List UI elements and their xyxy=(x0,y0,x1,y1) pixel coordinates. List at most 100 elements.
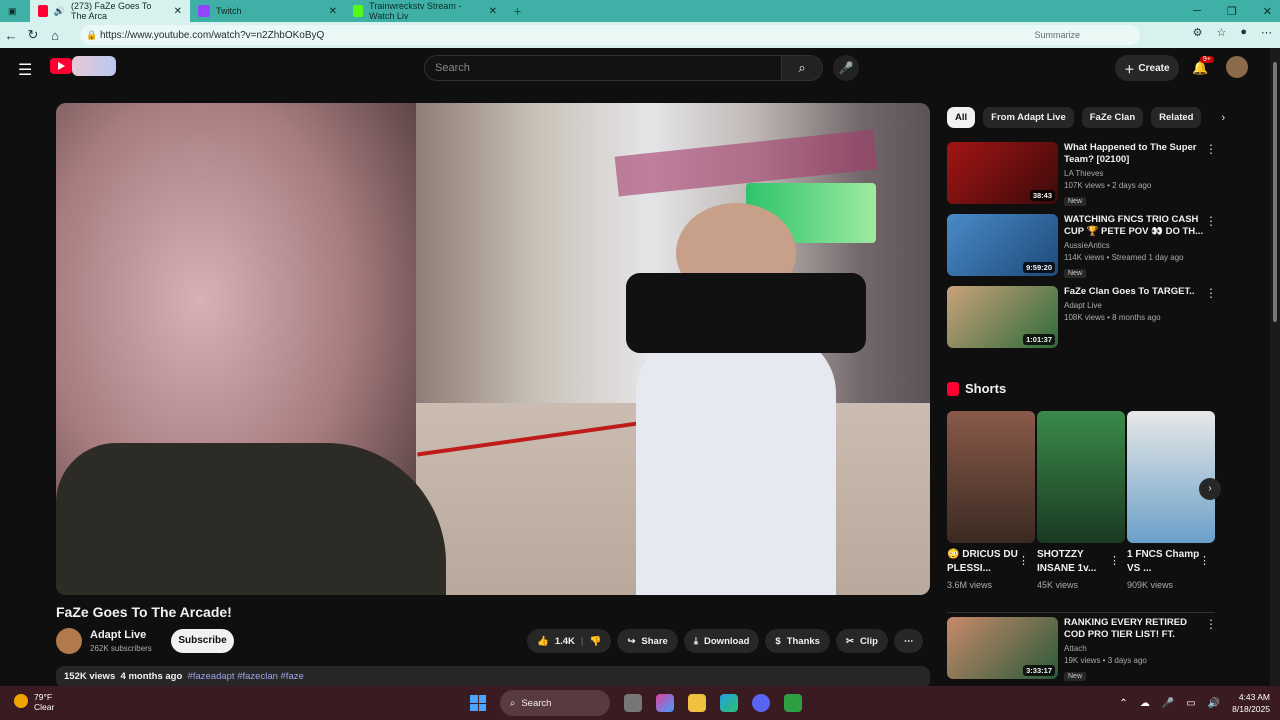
duration-badge: 38:43 xyxy=(1029,190,1055,201)
extensions-icon[interactable]: ⚙ xyxy=(1193,26,1203,39)
favorites-icon[interactable]: ☆ xyxy=(1216,26,1226,39)
recommended-video[interactable]: 9:59:20 WATCHING FNCS TRIO CASH CUP 🏆 PE… xyxy=(947,214,1217,278)
summarize-button[interactable]: Summarize xyxy=(1034,30,1080,40)
scrollbar-thumb[interactable] xyxy=(1273,62,1277,322)
more-actions-button[interactable]: ⋯ xyxy=(893,629,924,653)
new-tab-button[interactable]: ＋ xyxy=(505,0,530,22)
chevron-up-icon[interactable]: ⌃ xyxy=(1119,698,1127,709)
url-field[interactable]: 🔒 https://www.youtube.com/watch?v=n2ZhbO… xyxy=(80,25,1140,45)
clip-label: Clip xyxy=(859,635,878,647)
video-title[interactable]: What Happened to The Super Team? [02100] xyxy=(1064,142,1204,166)
hashtags[interactable]: #fazeadapt #fazeclan #faze xyxy=(188,671,304,682)
video-meta: 19K views • 3 days ago xyxy=(1064,656,1147,665)
channel-name[interactable]: Adapt Live xyxy=(90,629,146,641)
close-window-icon[interactable]: ✕ xyxy=(1263,5,1272,18)
microphone-icon[interactable]: 🎤 xyxy=(1162,698,1174,709)
short-title[interactable]: 1 FNCS Champ VS ... xyxy=(1127,548,1205,576)
microphone-icon: 🎤 xyxy=(838,61,854,75)
short-thumbnail[interactable] xyxy=(1037,411,1125,543)
weather-icon xyxy=(14,694,28,708)
volume-icon[interactable]: 🔊 xyxy=(1208,698,1220,709)
youtube-doodle[interactable] xyxy=(72,56,116,76)
create-button[interactable]: ＋ Create xyxy=(1115,55,1179,81)
thumbs-up-icon: 👍 xyxy=(537,635,549,647)
download-button[interactable]: ⤓ Download xyxy=(683,629,760,653)
back-icon[interactable]: ← xyxy=(0,28,22,43)
search-input[interactable]: Search xyxy=(424,55,782,81)
short-thumbnail[interactable] xyxy=(1127,411,1215,543)
description-box[interactable]: 152K views 4 months ago #fazeadapt #faze… xyxy=(56,666,930,688)
taskbar-search[interactable]: ⌕ Search xyxy=(500,690,610,716)
channel-name[interactable]: Attach xyxy=(1064,644,1204,653)
channel-avatar[interactable] xyxy=(56,628,82,654)
chevron-right-icon[interactable]: › xyxy=(1221,112,1225,124)
chip-faze-clan[interactable]: FaZe Clan xyxy=(1081,107,1144,128)
channel-name[interactable]: LA Thieves xyxy=(1064,169,1204,178)
copilot-icon[interactable] xyxy=(656,694,674,712)
page-scrollbar[interactable] xyxy=(1270,48,1280,686)
short-title[interactable]: 😳 DRICUS DU PLESSI... xyxy=(947,548,1025,576)
more-options-icon[interactable]: ⋮ xyxy=(1109,554,1120,567)
subscribe-button[interactable]: Subscribe xyxy=(171,629,234,653)
tab-twitch[interactable]: Twitch ✕ xyxy=(190,0,345,22)
more-options-icon[interactable]: ⋮ xyxy=(1199,554,1210,567)
voice-search-button[interactable]: 🎤 xyxy=(833,55,859,81)
tab-actions-button[interactable]: ▣ xyxy=(0,0,30,22)
discord-icon[interactable] xyxy=(752,694,770,712)
minimize-icon[interactable]: ─ xyxy=(1193,5,1201,17)
video-thumbnail[interactable]: 9:59:20 xyxy=(947,214,1058,276)
file-explorer-icon[interactable] xyxy=(688,694,706,712)
refresh-icon[interactable]: ↻ xyxy=(22,27,44,43)
youtube-logo[interactable] xyxy=(50,58,72,74)
clock[interactable]: 4:43 AM 8/18/2025 xyxy=(1232,691,1270,715)
chip-from-adapt-live[interactable]: From Adapt Live xyxy=(983,107,1074,128)
more-options-icon[interactable]: ⋮ xyxy=(1205,214,1217,228)
thumbs-down-icon[interactable]: 👎 xyxy=(590,636,602,647)
chip-all[interactable]: All xyxy=(947,107,976,128)
hamburger-menu-icon[interactable]: ☰ xyxy=(18,60,32,80)
account-avatar[interactable] xyxy=(1226,56,1248,78)
search-button[interactable]: ⌕ xyxy=(781,55,823,81)
short-title[interactable]: SHOTZZY INSANE 1v... xyxy=(1037,548,1115,576)
clip-button[interactable]: ✂ Clip xyxy=(835,629,888,653)
channel-name[interactable]: Adapt Live xyxy=(1064,301,1204,310)
video-thumbnail[interactable]: 3:33:17 xyxy=(947,617,1058,679)
chip-related[interactable]: Related xyxy=(1151,107,1202,128)
app-icon[interactable] xyxy=(784,694,802,712)
video-thumbnail[interactable]: 38:43 xyxy=(947,142,1058,204)
task-view-icon[interactable] xyxy=(624,694,642,712)
more-options-icon[interactable]: ⋮ xyxy=(1205,617,1217,631)
video-title[interactable]: WATCHING FNCS TRIO CASH CUP 🏆 PETE POV 👀… xyxy=(1064,214,1204,238)
video-title[interactable]: RANKING EVERY RETIRED COD PRO TIER LIST!… xyxy=(1064,617,1204,641)
share-button[interactable]: ↪ Share xyxy=(617,629,678,653)
video-title[interactable]: FaZe Clan Goes To TARGET.. xyxy=(1064,286,1204,298)
recommended-video[interactable]: 3:33:17 RANKING EVERY RETIRED COD PRO TI… xyxy=(947,617,1217,681)
close-tab-icon[interactable]: ✕ xyxy=(174,6,182,17)
restore-icon[interactable]: ❐ xyxy=(1227,5,1237,18)
close-tab-icon[interactable]: ✕ xyxy=(329,6,337,17)
shorts-next-button[interactable]: › xyxy=(1199,478,1221,500)
more-options-icon[interactable]: ⋮ xyxy=(1205,286,1217,300)
weather-widget[interactable]: 79°F Clear xyxy=(34,692,54,712)
cloud-icon[interactable]: ☁ xyxy=(1140,698,1150,709)
more-options-icon[interactable]: ⋮ xyxy=(1205,142,1217,156)
short-thumbnail[interactable] xyxy=(947,411,1035,543)
tab-youtube[interactable]: 🔊 (273) FaZe Goes To The Arca ✕ xyxy=(30,0,190,22)
start-button[interactable] xyxy=(470,695,486,711)
close-tab-icon[interactable]: ✕ xyxy=(489,6,497,17)
more-options-icon[interactable]: ⋮ xyxy=(1018,554,1029,567)
recommended-video[interactable]: 38:43 What Happened to The Super Team? [… xyxy=(947,142,1217,206)
video-thumbnail[interactable]: 1:01:37 xyxy=(947,286,1058,348)
more-icon[interactable]: ⋯ xyxy=(1261,26,1272,39)
audio-icon[interactable]: 🔊 xyxy=(54,6,65,17)
home-icon[interactable]: ⌂ xyxy=(44,28,66,43)
profile-icon[interactable]: ● xyxy=(1240,26,1247,39)
thanks-button[interactable]: $ Thanks xyxy=(765,629,830,653)
recommended-video[interactable]: 1:01:37 FaZe Clan Goes To TARGET.. Adapt… xyxy=(947,286,1217,350)
video-player[interactable] xyxy=(56,103,930,595)
display-icon[interactable]: ▭ xyxy=(1186,698,1195,709)
like-button[interactable]: 👍 1.4K | 👎 xyxy=(527,629,612,653)
channel-name[interactable]: AussieAntics xyxy=(1064,241,1204,250)
tab-kick[interactable]: Trainwreckstv Stream - Watch Liv ✕ xyxy=(345,0,505,22)
edge-browser-icon[interactable] xyxy=(720,694,738,712)
